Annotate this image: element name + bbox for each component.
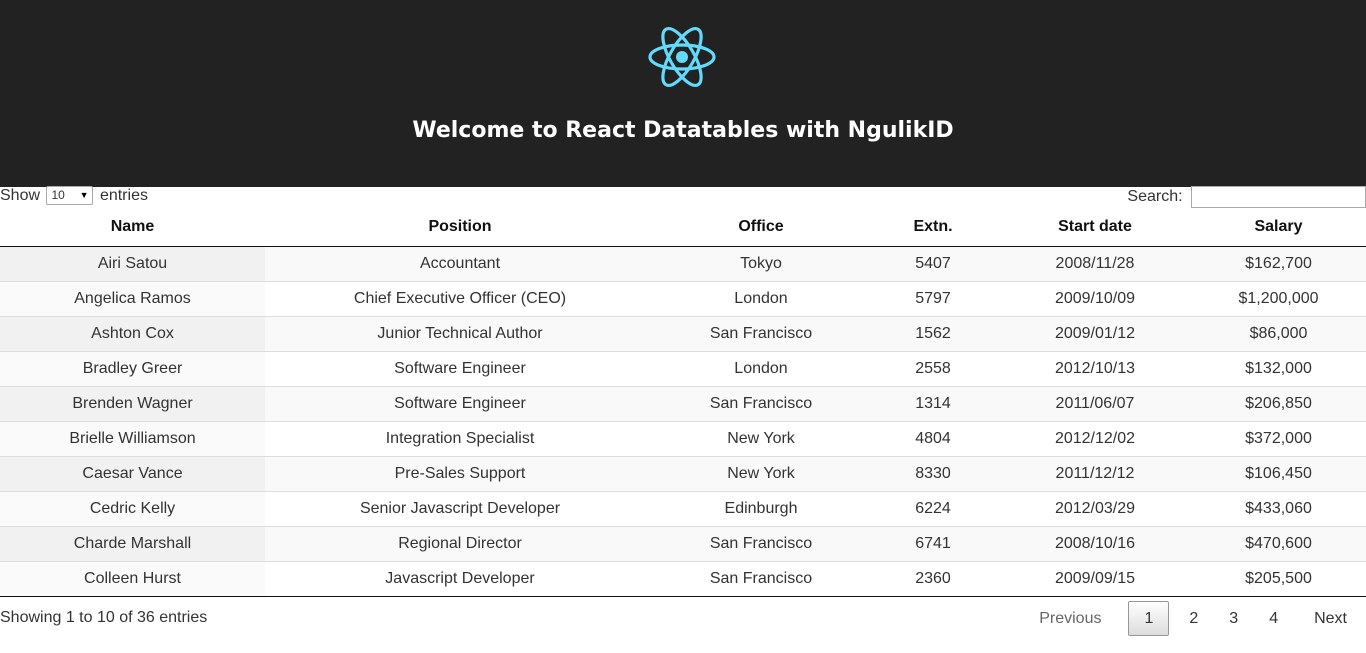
cell-salary: $433,060 [1191, 490, 1366, 526]
cell-extn: 2360 [867, 560, 999, 597]
entries-length-control: Show 10 ▼ entries [0, 186, 148, 208]
cell-name: Brielle Williamson [0, 420, 265, 456]
table-row: Caesar Vance Pre-Sales Support New York … [0, 455, 1366, 491]
column-header-salary[interactable]: Salary [1191, 209, 1366, 247]
table-row: Airi Satou Accountant Tokyo 5407 2008/11… [0, 246, 1366, 281]
previous-page-button[interactable]: Previous [1020, 601, 1120, 636]
page-4-button[interactable]: 4 [1255, 601, 1295, 636]
cell-office: San Francisco [655, 525, 867, 561]
table-header-row: Name Position Office Extn. Start date Sa… [0, 209, 1366, 247]
column-header-office[interactable]: Office [655, 209, 867, 247]
pagination: Previous 1 2 3 4 Next [1020, 601, 1366, 636]
cell-extn: 1314 [867, 385, 999, 421]
cell-extn: 1562 [867, 315, 999, 351]
cell-extn: 2558 [867, 350, 999, 386]
cell-salary: $132,000 [1191, 350, 1366, 386]
app-header: Welcome to React Datatables with NgulikI… [0, 0, 1366, 187]
column-header-extn[interactable]: Extn. [867, 209, 999, 247]
cell-position: Senior Javascript Developer [265, 490, 655, 526]
cell-position: Chief Executive Officer (CEO) [265, 280, 655, 316]
cell-extn: 6224 [867, 490, 999, 526]
table-row: Colleen Hurst Javascript Developer San F… [0, 560, 1366, 597]
cell-name: Brenden Wagner [0, 385, 265, 421]
cell-extn: 5797 [867, 280, 999, 316]
cell-start-date: 2009/10/09 [999, 280, 1191, 316]
table-row: Charde Marshall Regional Director San Fr… [0, 525, 1366, 561]
cell-salary: $205,500 [1191, 560, 1366, 597]
cell-office: London [655, 280, 867, 316]
cell-start-date: 2009/09/15 [999, 560, 1191, 597]
cell-name: Ashton Cox [0, 315, 265, 351]
search-input[interactable] [1191, 186, 1366, 208]
page-title: Welcome to React Datatables with NgulikI… [412, 118, 954, 143]
cell-start-date: 2008/10/16 [999, 525, 1191, 561]
table-row: Ashton Cox Junior Technical Author San F… [0, 315, 1366, 351]
show-label: Show [0, 187, 41, 204]
cell-position: Accountant [265, 246, 655, 281]
column-header-start-date[interactable]: Start date [999, 209, 1191, 247]
next-page-button[interactable]: Next [1295, 601, 1366, 636]
cell-name: Colleen Hurst [0, 560, 265, 597]
cell-name: Cedric Kelly [0, 490, 265, 526]
cell-salary: $206,850 [1191, 385, 1366, 421]
cell-name: Airi Satou [0, 246, 265, 281]
cell-start-date: 2012/10/13 [999, 350, 1191, 386]
cell-position: Javascript Developer [265, 560, 655, 597]
column-header-position[interactable]: Position [265, 209, 655, 247]
search-label: Search: [1127, 188, 1183, 206]
cell-office: San Francisco [655, 560, 867, 597]
page-3-button[interactable]: 3 [1215, 601, 1255, 636]
cell-position: Software Engineer [265, 350, 655, 386]
table-row: Brenden Wagner Software Engineer San Fra… [0, 385, 1366, 421]
cell-name: Angelica Ramos [0, 280, 265, 316]
data-table: Name Position Office Extn. Start date Sa… [0, 209, 1366, 597]
table-info: Showing 1 to 10 of 36 entries [0, 609, 208, 626]
column-header-name[interactable]: Name [0, 209, 265, 247]
page-1-button[interactable]: 1 [1128, 601, 1170, 636]
cell-office: New York [655, 455, 867, 491]
cell-salary: $162,700 [1191, 246, 1366, 281]
entries-per-page-select[interactable]: 10 ▼ [46, 186, 94, 206]
cell-office: San Francisco [655, 385, 867, 421]
cell-extn: 6741 [867, 525, 999, 561]
cell-start-date: 2011/12/12 [999, 455, 1191, 491]
cell-name: Bradley Greer [0, 350, 265, 386]
cell-position: Software Engineer [265, 385, 655, 421]
cell-name: Charde Marshall [0, 525, 265, 561]
cell-start-date: 2008/11/28 [999, 246, 1191, 281]
entries-per-page-value: 10 [51, 188, 65, 203]
cell-start-date: 2012/03/29 [999, 490, 1191, 526]
chevron-down-icon: ▼ [79, 190, 89, 201]
cell-position: Integration Specialist [265, 420, 655, 456]
table-row: Bradley Greer Software Engineer London 2… [0, 350, 1366, 386]
cell-start-date: 2009/01/12 [999, 315, 1191, 351]
cell-start-date: 2012/12/02 [999, 420, 1191, 456]
cell-start-date: 2011/06/07 [999, 385, 1191, 421]
cell-salary: $470,600 [1191, 525, 1366, 561]
cell-office: New York [655, 420, 867, 456]
page-2-button[interactable]: 2 [1175, 601, 1215, 636]
cell-position: Junior Technical Author [265, 315, 655, 351]
entries-label: entries [99, 187, 148, 204]
cell-office: San Francisco [655, 315, 867, 351]
cell-position: Regional Director [265, 525, 655, 561]
cell-extn: 4804 [867, 420, 999, 456]
react-logo-icon [648, 27, 716, 87]
cell-office: Tokyo [655, 246, 867, 281]
table-row: Brielle Williamson Integration Specialis… [0, 420, 1366, 456]
cell-salary: $1,200,000 [1191, 280, 1366, 316]
cell-position: Pre-Sales Support [265, 455, 655, 491]
cell-extn: 8330 [867, 455, 999, 491]
table-row: Cedric Kelly Senior Javascript Developer… [0, 490, 1366, 526]
cell-name: Caesar Vance [0, 455, 265, 491]
cell-salary: $86,000 [1191, 315, 1366, 351]
cell-salary: $106,450 [1191, 455, 1366, 491]
cell-office: London [655, 350, 867, 386]
cell-office: Edinburgh [655, 490, 867, 526]
table-row: Angelica Ramos Chief Executive Officer (… [0, 280, 1366, 316]
cell-salary: $372,000 [1191, 420, 1366, 456]
cell-extn: 5407 [867, 246, 999, 281]
search-control: Search: [1127, 186, 1366, 208]
